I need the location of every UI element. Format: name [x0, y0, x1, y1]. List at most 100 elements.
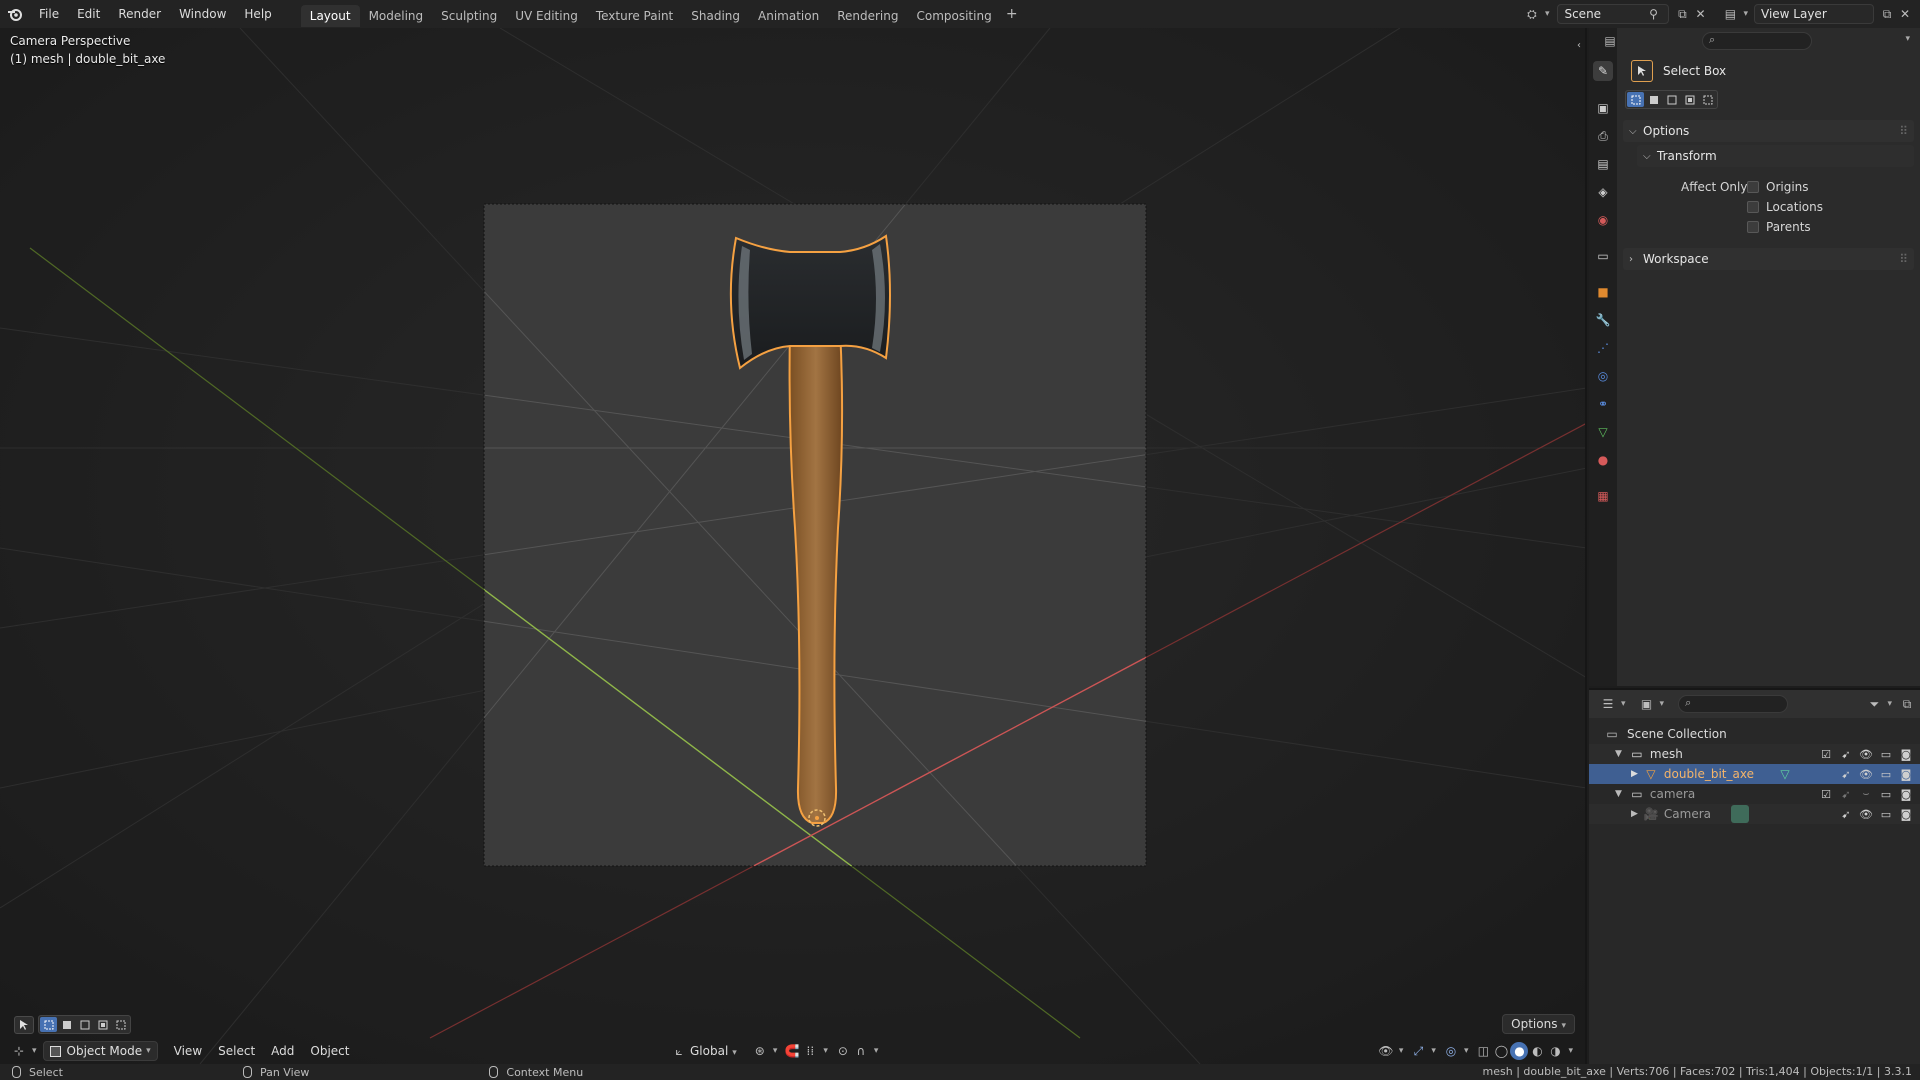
- gizmo-icon[interactable]: ⤢: [1409, 1042, 1427, 1060]
- properties-editor-icon[interactable]: ▤: [1601, 32, 1619, 50]
- chevron-right-icon[interactable]: ▶: [1631, 809, 1638, 819]
- select-invert-icon[interactable]: [94, 1017, 111, 1032]
- add-workspace-button[interactable]: +: [1001, 6, 1023, 22]
- rendered-shading-icon[interactable]: ◑: [1546, 1042, 1564, 1060]
- monitor-icon[interactable]: ▭: [1878, 766, 1894, 782]
- display-mode-icon[interactable]: ▣: [1638, 695, 1656, 713]
- select-extend-icon[interactable]: [1645, 92, 1662, 107]
- chevron-down-icon[interactable]: ▾: [1568, 1046, 1573, 1056]
- selectable-icon[interactable]: ➹: [1838, 766, 1854, 782]
- select-intersect-icon[interactable]: [1699, 92, 1716, 107]
- monitor-icon[interactable]: ▭: [1878, 746, 1894, 762]
- orientation-icon[interactable]: ⟀: [670, 1042, 688, 1060]
- chevron-down-icon[interactable]: ▾: [1743, 9, 1748, 19]
- close-scene-icon[interactable]: ✕: [1691, 5, 1709, 23]
- overlays-icon[interactable]: ◎: [1442, 1042, 1460, 1060]
- scene-name-field[interactable]: Scene ⚲: [1557, 4, 1670, 24]
- select-intersect-icon[interactable]: [112, 1017, 129, 1032]
- camera-data-icon[interactable]: [1731, 805, 1750, 823]
- scene-tab-icon[interactable]: ◈: [1593, 182, 1613, 202]
- outliner-row-mesh-collection[interactable]: ▼ ▭ mesh ☑ ➹ 👁 ▭ ◙: [1589, 744, 1920, 764]
- menu-select[interactable]: Select: [210, 1041, 263, 1061]
- eye-icon[interactable]: 👁: [1858, 746, 1874, 762]
- parents-checkbox[interactable]: Parents: [1747, 220, 1811, 234]
- tab-sculpting[interactable]: Sculpting: [432, 5, 506, 27]
- menu-add[interactable]: Add: [263, 1041, 302, 1061]
- output-tab-icon[interactable]: ⎙: [1593, 126, 1613, 146]
- select-tool-icon[interactable]: [14, 1015, 34, 1034]
- checkbox-icon[interactable]: [1747, 221, 1759, 233]
- tool-tab-icon[interactable]: ✎: [1593, 61, 1613, 81]
- falloff-icon[interactable]: ∩: [852, 1042, 870, 1060]
- properties-search-input[interactable]: ⌕: [1702, 32, 1812, 50]
- drag-handle-icon[interactable]: ⠿: [1899, 124, 1908, 138]
- tab-animation[interactable]: Animation: [749, 5, 828, 27]
- material-shading-icon[interactable]: ◐: [1528, 1042, 1546, 1060]
- visibility-icon[interactable]: 👁: [1377, 1042, 1395, 1060]
- world-tab-icon[interactable]: ◉: [1593, 210, 1613, 230]
- drag-handle-icon[interactable]: ⠿: [1899, 252, 1908, 266]
- tab-shading[interactable]: Shading: [682, 5, 749, 27]
- outliner-search-input[interactable]: ⌕: [1678, 695, 1789, 713]
- camera-icon[interactable]: ◙: [1898, 766, 1914, 782]
- exclude-checkbox-icon[interactable]: ☑: [1818, 746, 1834, 762]
- object-tab-icon[interactable]: ■: [1593, 282, 1613, 302]
- chevron-down-icon[interactable]: ▾: [1545, 9, 1550, 19]
- chevron-down-icon[interactable]: ▾: [32, 1046, 37, 1056]
- select-invert-icon[interactable]: [1681, 92, 1698, 107]
- particles-tab-icon[interactable]: ⋰: [1593, 338, 1613, 358]
- select-subtract-icon[interactable]: [76, 1017, 93, 1032]
- select-new-icon[interactable]: [40, 1017, 57, 1032]
- viewport-options-button[interactable]: Options ▾: [1502, 1014, 1575, 1034]
- camera-icon[interactable]: ◙: [1898, 746, 1914, 762]
- pivot-icon[interactable]: ⊛: [751, 1042, 769, 1060]
- tab-layout[interactable]: Layout: [300, 5, 360, 27]
- tab-modeling[interactable]: Modeling: [360, 5, 433, 27]
- exclude-checkbox-icon[interactable]: ☑: [1818, 786, 1834, 802]
- camera-icon[interactable]: ◙: [1898, 806, 1914, 822]
- modifier-tab-icon[interactable]: 🔧: [1593, 310, 1613, 330]
- menu-edit[interactable]: Edit: [68, 0, 109, 28]
- collection-tab-icon[interactable]: ▭: [1593, 246, 1613, 266]
- viewport-canvas[interactable]: [0, 28, 1587, 1064]
- monitor-icon[interactable]: ▭: [1878, 806, 1894, 822]
- tab-texture-paint[interactable]: Texture Paint: [587, 5, 682, 27]
- tab-rendering[interactable]: Rendering: [828, 5, 907, 27]
- transform-subpanel-header[interactable]: ⌵ Transform: [1637, 145, 1914, 167]
- blender-logo-icon[interactable]: [0, 0, 30, 28]
- wireframe-shading-icon[interactable]: ◯: [1492, 1042, 1510, 1060]
- menu-object[interactable]: Object: [302, 1041, 357, 1061]
- editor-type-icon[interactable]: ⊹: [10, 1042, 28, 1060]
- snap-icon[interactable]: 🧲: [783, 1042, 801, 1060]
- menu-render[interactable]: Render: [109, 0, 170, 28]
- outliner-row-camera-collection[interactable]: ▼ ▭ camera ☑ ➹ ⌣ ▭ ◙: [1589, 784, 1920, 804]
- camera-icon[interactable]: ◙: [1898, 786, 1914, 802]
- menu-help[interactable]: Help: [235, 0, 280, 28]
- outliner-row-double-bit-axe[interactable]: ▶ ▽ double_bit_axe ▽ ➹ 👁 ▭ ◙: [1589, 764, 1920, 784]
- monitor-icon[interactable]: ▭: [1878, 786, 1894, 802]
- object-mode-select[interactable]: Object Mode ▾: [42, 1041, 158, 1061]
- checkbox-icon[interactable]: [1747, 181, 1759, 193]
- eye-icon[interactable]: 👁: [1858, 806, 1874, 822]
- chevron-down-icon[interactable]: ▾: [1905, 34, 1910, 44]
- view-layer-tab-icon[interactable]: ▤: [1593, 154, 1613, 174]
- view-layer-icon[interactable]: ▤: [1721, 5, 1739, 23]
- data-tab-icon[interactable]: ▽: [1593, 422, 1613, 442]
- proportional-edit-icon[interactable]: ⊙: [834, 1042, 852, 1060]
- options-panel-header[interactable]: ⌵ Options ⠿: [1623, 120, 1914, 142]
- filter-icon[interactable]: ⏷: [1865, 695, 1883, 713]
- eye-closed-icon[interactable]: ⌣: [1858, 786, 1874, 802]
- pin-icon[interactable]: ⚲: [1644, 5, 1662, 23]
- scene-icon[interactable]: ⛭: [1523, 5, 1541, 23]
- snap-grid-icon[interactable]: ⁞⁞: [801, 1042, 819, 1060]
- view-layer-field[interactable]: View Layer: [1754, 4, 1874, 24]
- mesh-data-icon[interactable]: ▽: [1776, 765, 1794, 783]
- material-tab-icon[interactable]: ●: [1593, 450, 1613, 470]
- texture-tab-icon[interactable]: ▦: [1593, 486, 1613, 506]
- eye-icon[interactable]: 👁: [1858, 766, 1874, 782]
- constraints-tab-icon[interactable]: ⚭: [1593, 394, 1613, 414]
- outliner-editor-icon[interactable]: ☰: [1599, 695, 1617, 713]
- chevron-down-icon[interactable]: ▼: [1615, 789, 1622, 799]
- collapse-sidebar-icon[interactable]: ‹: [1577, 40, 1581, 51]
- selectable-icon[interactable]: ➹: [1838, 786, 1854, 802]
